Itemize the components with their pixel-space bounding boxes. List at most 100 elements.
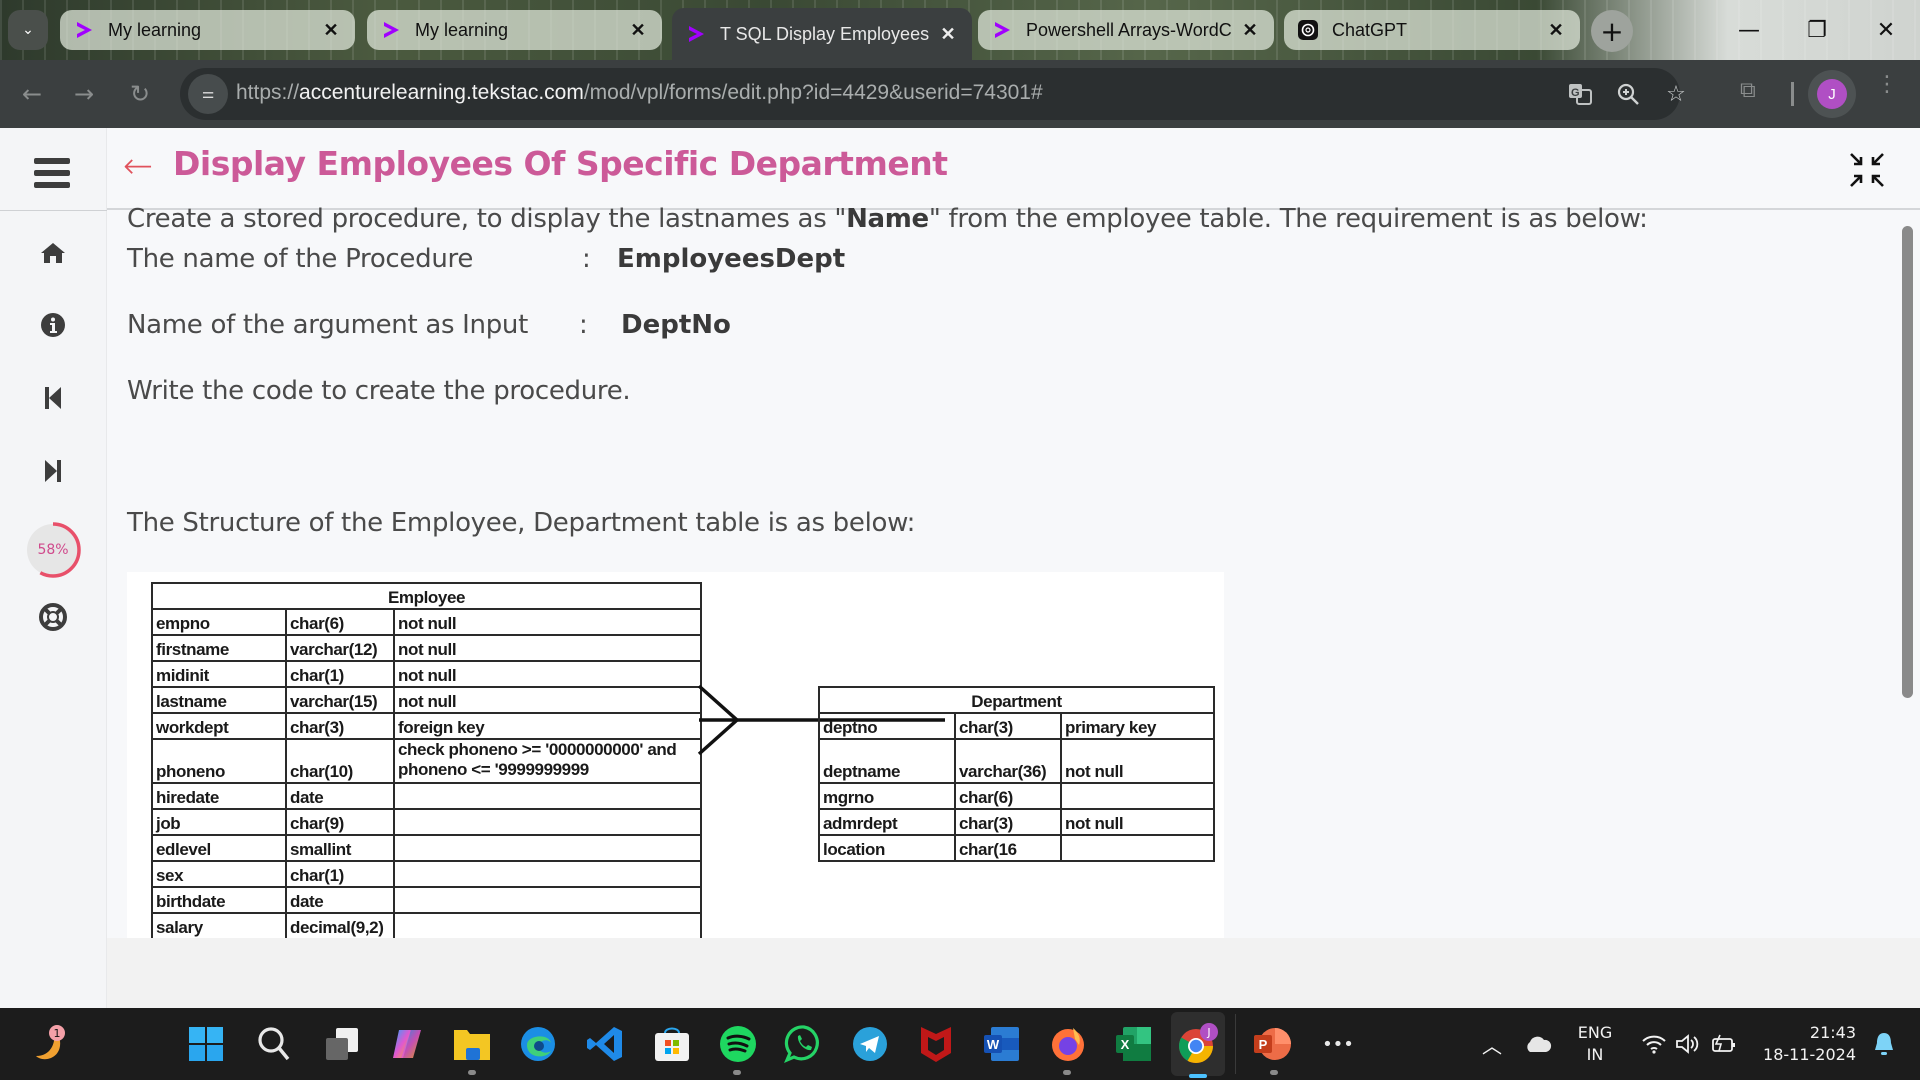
chevron-up-icon: ︿ [1482, 1033, 1502, 1058]
sidebar-item-info[interactable] [36, 310, 70, 340]
reload-icon: ↻ [129, 80, 151, 108]
clock[interactable]: 21:43 18-11-2024 [1752, 1022, 1856, 1066]
puzzle-icon: ⧉ [1740, 78, 1756, 103]
exit-fullscreen-button[interactable] [1847, 150, 1887, 190]
tab-powershell-arrays[interactable]: Powershell Arrays-WordC ✕ [978, 10, 1274, 50]
data-type-cell: varchar(12) [285, 634, 395, 662]
chrome-button[interactable]: J [1176, 1022, 1220, 1066]
whatsapp-button[interactable] [782, 1022, 826, 1066]
file-explorer-button[interactable] [450, 1022, 494, 1066]
show-hidden-icons-button[interactable]: ︿ [1470, 1022, 1514, 1066]
constraint-cell [1060, 782, 1215, 810]
tab-chatgpt[interactable]: ChatGPT ✕ [1284, 10, 1580, 50]
hamburger-icon [34, 158, 70, 164]
data-type-cell: decimal(9,2) [285, 912, 395, 938]
instruction-text: Write the code to create the procedure. [127, 376, 631, 406]
close-icon[interactable]: ✕ [936, 24, 960, 45]
word-button[interactable]: W [980, 1022, 1024, 1066]
powerpoint-button[interactable]: P [1250, 1022, 1294, 1066]
close-icon[interactable]: ✕ [319, 20, 343, 41]
onedrive-button[interactable] [1516, 1022, 1560, 1066]
constraint-cell [393, 808, 702, 836]
column-name-cell: firstname [151, 634, 287, 662]
store-icon [655, 1027, 689, 1061]
mcafee-button[interactable] [914, 1022, 958, 1066]
tab-search-button[interactable]: ⌄ [8, 10, 48, 50]
translate-button[interactable]: G [1566, 80, 1594, 108]
sidebar-item-help[interactable] [36, 602, 70, 632]
url-scheme: https:// [236, 81, 300, 104]
site-info-button[interactable]: ⚌ [188, 74, 228, 114]
notifications-button[interactable] [1862, 1022, 1906, 1066]
start-button[interactable] [184, 1022, 228, 1066]
column-name-cell: edlevel [151, 834, 287, 862]
folder-icon [454, 1030, 490, 1060]
zoom-button[interactable] [1614, 80, 1642, 108]
url-text[interactable]: https://accenturelearning.tekstac.com/mo… [236, 81, 1043, 105]
sidebar-item-next[interactable] [36, 456, 70, 486]
language-indicator[interactable]: ENG IN [1570, 1022, 1620, 1066]
column-name-cell: deptname [818, 738, 956, 784]
battery-button[interactable] [1702, 1022, 1746, 1066]
close-icon[interactable]: ✕ [1544, 20, 1568, 41]
constraint-cell [393, 782, 702, 810]
more-horiz-icon: ••• [1322, 1033, 1354, 1055]
address-bar[interactable]: ⚌ https://accenturelearning.tekstac.com/… [180, 68, 1686, 120]
close-icon[interactable]: ✕ [626, 20, 650, 41]
forward-button[interactable]: → [68, 78, 100, 110]
back-button[interactable]: ← [16, 78, 48, 110]
restore-button[interactable]: ❐ [1783, 0, 1851, 60]
accenture-icon [72, 18, 96, 42]
excel-button[interactable]: X [1112, 1022, 1156, 1066]
widgets-button[interactable]: 1 [26, 1022, 70, 1066]
scrollbar-thumb[interactable] [1902, 226, 1913, 698]
url-path: /mod/vpl/forms/edit.php?id=4429&userid=7… [583, 81, 1043, 104]
constraint-cell: not null [1060, 808, 1215, 836]
constraint-cell: not null [1060, 738, 1215, 784]
minimize-button[interactable]: — [1715, 0, 1783, 60]
volume-icon [1676, 1034, 1699, 1054]
svg-text:W: W [987, 1037, 1000, 1052]
telegram-button[interactable] [848, 1022, 892, 1066]
new-tab-button[interactable]: + [1591, 10, 1633, 52]
data-type-cell: varchar(36) [954, 738, 1062, 784]
constraint-cell [393, 860, 702, 888]
minimize-icon: — [1738, 17, 1760, 43]
tab-my-learning-2[interactable]: My learning ✕ [367, 10, 662, 50]
vscode-button[interactable] [583, 1022, 627, 1066]
tab-my-learning-1[interactable]: My learning ✕ [60, 10, 355, 50]
task-view-button[interactable] [320, 1022, 364, 1066]
store-button[interactable] [650, 1022, 694, 1066]
sidebar-item-home[interactable] [36, 238, 70, 268]
column-name-cell: phoneno [151, 738, 287, 784]
column-name-cell: midinit [151, 660, 287, 688]
menu-button[interactable]: ⋮ [1876, 74, 1898, 96]
column-name-cell: location [818, 834, 956, 862]
firefox-button[interactable] [1046, 1022, 1090, 1066]
bookmark-button[interactable]: ☆ [1662, 80, 1690, 108]
edge-button[interactable] [516, 1022, 560, 1066]
spotify-button[interactable] [716, 1022, 760, 1066]
reload-button[interactable]: ↻ [124, 78, 156, 110]
menu-toggle-button[interactable] [34, 158, 70, 188]
tab-tsql-display-employees[interactable]: T SQL Display Employees ✕ [672, 8, 972, 60]
extensions-button[interactable]: ⧉ [1740, 78, 1756, 103]
intro-bold-name: Name [846, 204, 929, 234]
back-link[interactable]: ← [123, 146, 153, 187]
profile-button[interactable]: J [1808, 70, 1856, 118]
url-host: accenturelearning.tekstac.com [299, 81, 584, 104]
sidebar: 58% [0, 128, 107, 1008]
active-indicator [1189, 1074, 1207, 1078]
search-button[interactable] [252, 1022, 296, 1066]
close-window-button[interactable]: ✕ [1852, 0, 1920, 60]
sidebar-item-previous[interactable] [36, 383, 70, 413]
close-icon[interactable]: ✕ [1238, 20, 1262, 41]
column-name-cell: empno [151, 608, 287, 636]
info-icon [41, 313, 65, 337]
hamburger-icon-bar [34, 170, 70, 176]
data-type-cell: smallint [285, 834, 395, 862]
copilot-button[interactable] [385, 1022, 429, 1066]
weather-moon-icon: 1 [36, 1025, 65, 1060]
data-type-cell: char(1) [285, 660, 395, 688]
more-apps-button[interactable]: ••• [1316, 1022, 1360, 1066]
